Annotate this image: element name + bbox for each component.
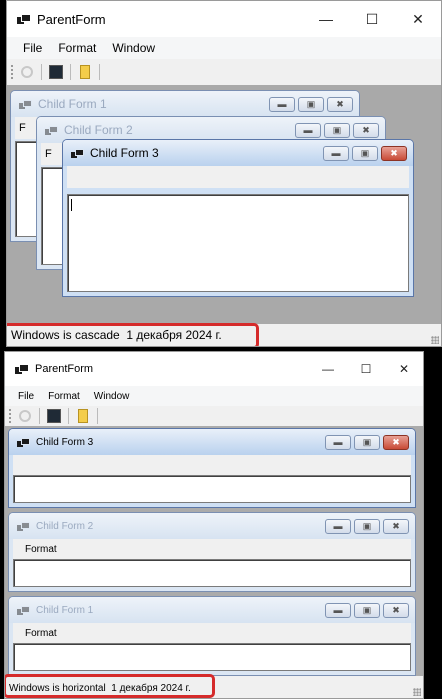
maximize-button[interactable]: ☐ [347,352,385,386]
child-minimize-button[interactable]: ▬ [269,96,295,112]
child-form-icon [17,437,30,447]
child-form-3[interactable]: Child Form 3 ▬ ▣ ✖ [62,139,414,297]
child-close-button[interactable]: ✖ [381,145,407,161]
app-icon [15,364,29,374]
child-minimize-button[interactable]: ▬ [325,602,351,618]
toolbar-separator [68,408,69,424]
child-textbox[interactable] [13,559,411,587]
child-form-1[interactable]: Child Form 1 ▬ ▣ ✖ Format [8,596,416,676]
child-menu-bar [13,455,411,475]
child-minimize-button[interactable]: ▬ [295,122,321,138]
child-title: Child Form 2 [64,123,133,137]
parent-form-horizontal: ParentForm — ☐ ✕ File Format Window Chil… [4,351,424,699]
child-menu-bar [67,166,409,188]
dark-square-icon[interactable] [46,408,62,424]
menu-format[interactable]: Format [41,391,87,402]
yellow-document-icon[interactable] [75,408,91,424]
toolbar-separator [70,64,71,80]
toolbar-grip[interactable] [9,409,11,423]
child-menu-format[interactable]: F [19,122,26,134]
menu-bar: File Format Window [7,37,441,59]
toolbar-separator [99,64,100,80]
child-form-icon [17,605,30,615]
child-form-icon [17,521,30,531]
title-bar[interactable]: ParentForm — ☐ ✕ [5,352,423,386]
resize-grip[interactable] [431,336,439,344]
child-form-2[interactable]: Child Form 2 ▬ ▣ ✖ Format [8,512,416,592]
child-menu-format[interactable]: Format [25,628,57,639]
toolbar [5,406,423,426]
child-maximize-button[interactable]: ▣ [354,434,380,450]
menu-window[interactable]: Window [104,41,163,55]
maximize-button[interactable]: ☐ [349,1,395,37]
child-menu-bar: Format [13,539,411,559]
child-close-button[interactable]: ✖ [383,434,409,450]
window-title: ParentForm [35,363,94,375]
child-title-bar[interactable]: Child Form 3 ▬ ▣ ✖ [63,140,413,166]
menu-file[interactable]: File [15,41,50,55]
toolbar-grip[interactable] [11,65,13,79]
status-text: Windows is cascade 1 декабря 2024 г. [11,328,222,342]
text-caret [71,199,72,211]
child-close-button[interactable]: ✖ [383,518,409,534]
child-title-bar[interactable]: Child Form 3 ▬ ▣ ✖ [9,429,415,455]
mdi-client-area: Child Form 1 ▬ ▣ ✖ F Child Form 2 ▬ ▣ ✖ F Ch… [7,85,441,324]
toolbar [7,59,441,85]
child-minimize-button[interactable]: ▬ [325,434,351,450]
yellow-document-icon[interactable] [77,64,93,80]
menu-format[interactable]: Format [50,41,104,55]
menu-bar: File Format Window [5,386,423,406]
status-bar: Windows is horizontal 1 декабря 2024 г. [5,678,423,698]
parent-form-cascade: ParentForm — ☐ ✕ File Format Window Chil… [6,0,442,347]
child-textbox[interactable] [13,643,411,671]
child-menu-bar: Format [13,623,411,643]
status-bar: Windows is cascade 1 декабря 2024 г. [7,324,441,346]
child-textbox[interactable] [67,194,409,292]
child-maximize-button[interactable]: ▣ [354,518,380,534]
child-maximize-button[interactable]: ▣ [354,602,380,618]
child-maximize-button[interactable]: ▣ [352,145,378,161]
child-title: Child Form 1 [38,97,107,111]
child-title-bar[interactable]: Child Form 1 ▬ ▣ ✖ [11,91,359,117]
toolbar-separator [97,408,98,424]
menu-window[interactable]: Window [87,391,137,402]
child-maximize-button[interactable]: ▣ [298,96,324,112]
child-title: Child Form 3 [90,146,159,160]
resize-grip[interactable] [413,688,421,696]
child-form-3[interactable]: Child Form 3 ▬ ▣ ✖ [8,428,416,508]
clock-icon[interactable] [17,408,33,424]
toolbar-separator [39,408,40,424]
mdi-client-area: Child Form 3 ▬ ▣ ✖ Child Form 2 ▬ ▣ ✖ Format… [5,426,423,676]
child-minimize-button[interactable]: ▬ [323,145,349,161]
status-text: Windows is horizontal 1 декабря 2024 г. [9,682,191,694]
child-menu-format[interactable]: F [45,148,52,160]
title-bar[interactable]: ParentForm — ☐ ✕ [7,1,441,37]
child-title-bar[interactable]: Child Form 1 ▬ ▣ ✖ [9,597,415,623]
child-close-button[interactable]: ✖ [327,96,353,112]
child-form-icon [45,125,58,135]
child-close-button[interactable]: ✖ [353,122,379,138]
child-title-bar[interactable]: Child Form 2 ▬ ▣ ✖ [9,513,415,539]
window-title: ParentForm [37,11,106,27]
dark-square-icon[interactable] [48,64,64,80]
toolbar-separator [41,64,42,80]
close-button[interactable]: ✕ [385,352,423,386]
child-maximize-button[interactable]: ▣ [324,122,350,138]
app-icon [17,14,31,24]
clock-icon[interactable] [19,64,35,80]
child-form-icon [71,148,84,158]
close-button[interactable]: ✕ [395,1,441,37]
child-title: Child Form 2 [36,520,94,532]
minimize-button[interactable]: — [303,1,349,37]
child-form-icon [19,99,32,109]
child-menu-format[interactable]: Format [25,544,57,555]
minimize-button[interactable]: — [309,352,347,386]
child-title: Child Form 1 [36,604,94,616]
child-textbox[interactable] [13,475,411,503]
child-close-button[interactable]: ✖ [383,602,409,618]
child-title: Child Form 3 [36,436,94,448]
child-minimize-button[interactable]: ▬ [325,518,351,534]
menu-file[interactable]: File [11,391,41,402]
